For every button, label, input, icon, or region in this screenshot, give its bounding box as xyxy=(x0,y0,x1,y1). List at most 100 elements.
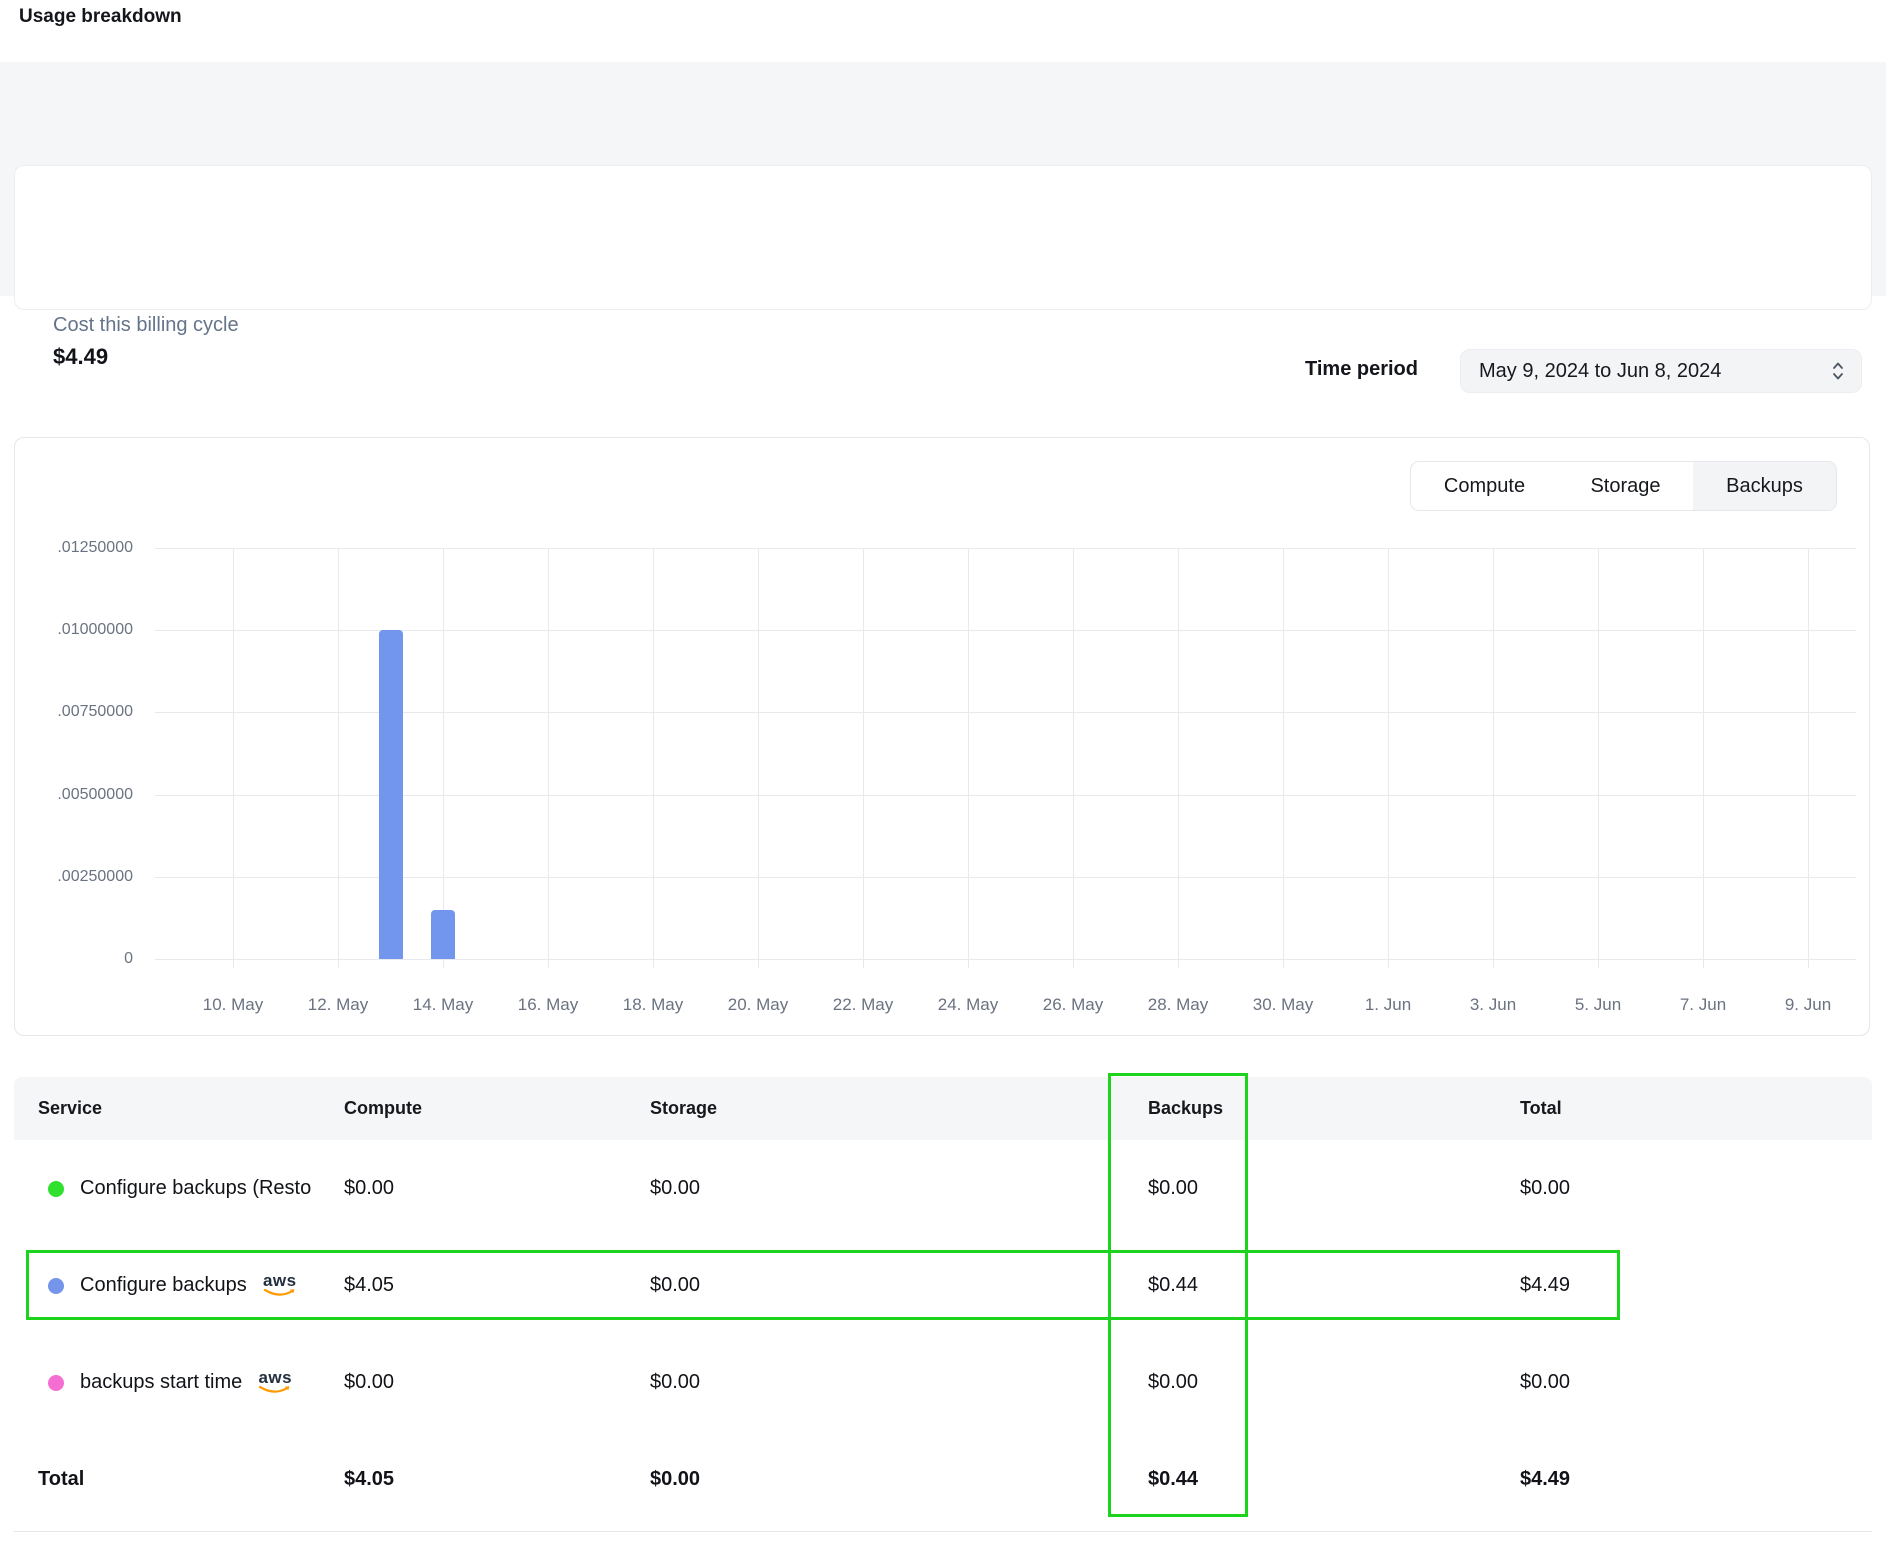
backups-total: $0.44 xyxy=(1148,1431,1198,1528)
col-header-backups: Backups xyxy=(1148,1098,1223,1119)
cost-card-label: Cost this billing cycle xyxy=(53,314,239,337)
y-gridline xyxy=(155,877,1856,878)
x-axis-label: 26. May xyxy=(1025,995,1121,1015)
x-axis-label: 12. May xyxy=(290,995,386,1015)
x-gridline xyxy=(443,548,444,968)
tab-backups[interactable]: Backups xyxy=(1693,462,1836,510)
service-name: backups start time xyxy=(80,1371,242,1394)
y-axis-label: .00500000 xyxy=(13,787,133,803)
backups-value: $0.00 xyxy=(1148,1140,1198,1237)
service-name: Configure backups xyxy=(80,1274,247,1297)
storage-value: $0.00 xyxy=(650,1334,700,1431)
x-axis-label: 24. May xyxy=(920,995,1016,1015)
chart-metric-tabs: Compute Storage Backups xyxy=(1410,461,1837,511)
x-gridline xyxy=(758,548,759,968)
compute-total: $4.05 xyxy=(344,1431,394,1528)
x-gridline xyxy=(1283,548,1284,968)
y-gridline xyxy=(155,548,1856,549)
y-axis-label: .01250000 xyxy=(13,540,133,556)
service-dot xyxy=(48,1181,64,1197)
time-period-value: May 9, 2024 to Jun 8, 2024 xyxy=(1479,360,1831,383)
x-gridline xyxy=(233,548,234,968)
backups-value: $0.44 xyxy=(1148,1237,1198,1334)
storage-value: $0.00 xyxy=(650,1140,700,1237)
total-value: $4.49 xyxy=(1520,1237,1570,1334)
x-axis-label: 28. May xyxy=(1130,995,1226,1015)
y-gridline xyxy=(155,712,1856,713)
total-value: $0.00 xyxy=(1520,1334,1570,1431)
x-gridline xyxy=(863,548,864,968)
table-total-row: Total $4.05 $0.00 $0.44 $4.49 xyxy=(14,1431,1872,1528)
col-header-storage: Storage xyxy=(650,1098,717,1119)
cost-card-value: $4.49 xyxy=(53,344,108,370)
x-gridline xyxy=(968,548,969,968)
col-header-service: Service xyxy=(38,1098,102,1119)
x-gridline xyxy=(1808,548,1809,968)
x-axis-label: 14. May xyxy=(395,995,491,1015)
cost-card: Cost this billing cycle $4.49 xyxy=(14,165,1872,310)
time-period-select[interactable]: May 9, 2024 to Jun 8, 2024 xyxy=(1460,349,1862,393)
x-axis-label: 30. May xyxy=(1235,995,1331,1015)
x-axis-label: 7. Jun xyxy=(1655,995,1751,1015)
x-axis-label: 1. Jun xyxy=(1340,995,1436,1015)
storage-value: $0.00 xyxy=(650,1237,700,1334)
x-gridline xyxy=(653,548,654,968)
page-title: Usage breakdown xyxy=(19,6,182,28)
table-row-highlighted: Configure backups aws $4.05 $0.00 $0.44 … xyxy=(14,1237,1872,1334)
usage-bar-13-May xyxy=(379,630,403,959)
x-axis-label: 20. May xyxy=(710,995,806,1015)
total-value: $0.00 xyxy=(1520,1140,1570,1237)
usage-breakdown-page: Usage breakdown Cost this billing cycle … xyxy=(0,0,1886,1548)
service-cell: Configure backups aws xyxy=(48,1237,297,1334)
x-axis-label: 16. May xyxy=(500,995,596,1015)
table-row: backups start time aws $0.00 $0.00 $0.00… xyxy=(14,1334,1872,1431)
compute-value: $4.05 xyxy=(344,1237,394,1334)
y-axis-label: .00750000 xyxy=(13,704,133,720)
table-bottom-divider xyxy=(14,1531,1872,1532)
x-axis-label: 5. Jun xyxy=(1550,995,1646,1015)
tab-compute[interactable]: Compute xyxy=(1411,462,1558,510)
table-row: Configure backups (Resto $0.00 $0.00 $0.… xyxy=(14,1140,1872,1237)
x-gridline xyxy=(338,548,339,968)
x-gridline xyxy=(1178,548,1179,968)
y-axis-label: .01000000 xyxy=(13,622,133,638)
x-axis-label: 3. Jun xyxy=(1445,995,1541,1015)
compute-value: $0.00 xyxy=(344,1140,394,1237)
x-axis-label: 9. Jun xyxy=(1760,995,1856,1015)
backups-value: $0.00 xyxy=(1148,1334,1198,1431)
aws-icon: aws xyxy=(263,1272,297,1298)
total-row-label: Total xyxy=(38,1431,84,1528)
service-cell: backups start time aws xyxy=(48,1334,292,1431)
tab-storage[interactable]: Storage xyxy=(1558,462,1693,510)
x-gridline xyxy=(1388,548,1389,968)
x-axis-label: 22. May xyxy=(815,995,911,1015)
aws-icon: aws xyxy=(258,1369,292,1395)
x-gridline xyxy=(548,548,549,968)
col-header-compute: Compute xyxy=(344,1098,422,1119)
chevron-up-down-icon xyxy=(1831,360,1845,382)
y-gridline xyxy=(155,630,1856,631)
y-axis-label: .00250000 xyxy=(13,869,133,885)
storage-total: $0.00 xyxy=(650,1431,700,1528)
usage-bar-14-May xyxy=(431,910,455,959)
service-cell: Configure backups (Resto xyxy=(48,1140,311,1237)
grand-total: $4.49 xyxy=(1520,1431,1570,1528)
time-period-label: Time period xyxy=(1305,358,1418,381)
x-axis-label: 18. May xyxy=(605,995,701,1015)
col-header-total: Total xyxy=(1520,1098,1562,1119)
y-gridline xyxy=(155,795,1856,796)
service-dot xyxy=(48,1375,64,1391)
x-gridline xyxy=(1598,548,1599,968)
service-dot xyxy=(48,1278,64,1294)
x-gridline xyxy=(1073,548,1074,968)
usage-chart-card xyxy=(14,437,1870,1036)
table-header-band xyxy=(14,1077,1872,1140)
compute-value: $0.00 xyxy=(344,1334,394,1431)
x-gridline xyxy=(1703,548,1704,968)
y-gridline xyxy=(155,959,1856,960)
x-axis-label: 10. May xyxy=(185,995,281,1015)
service-name: Configure backups (Resto xyxy=(80,1177,311,1200)
summary-band: Cost this billing cycle $4.49 xyxy=(0,62,1886,296)
y-axis-label: 0 xyxy=(13,951,133,967)
x-gridline xyxy=(1493,548,1494,968)
